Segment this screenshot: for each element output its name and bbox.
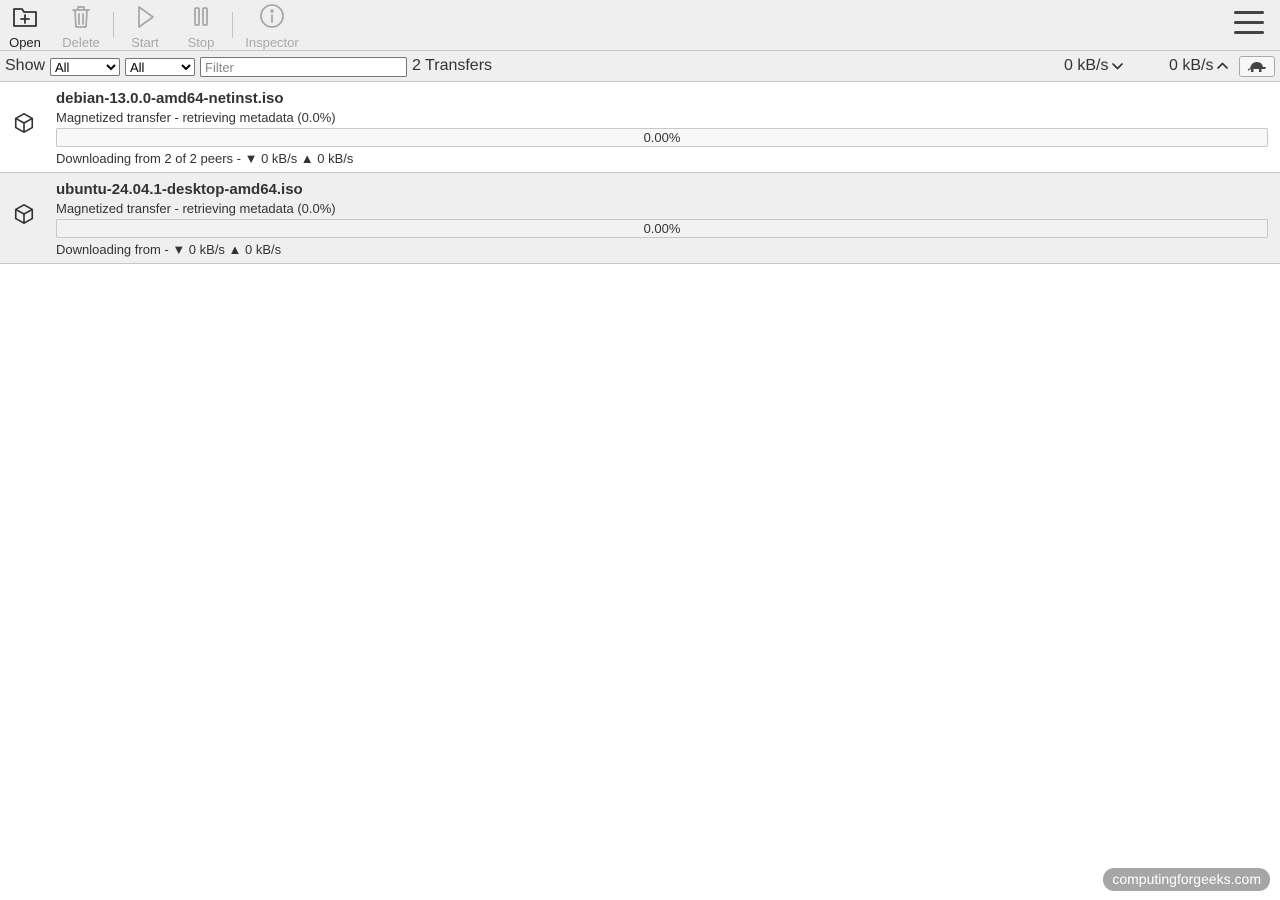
download-speed-value: 0 kB/s — [1064, 57, 1109, 74]
chevron-up-icon — [1217, 62, 1229, 69]
pause-icon — [194, 7, 208, 26]
toolbar-separator — [113, 12, 114, 38]
tracker-filter-select[interactable]: All — [125, 58, 195, 76]
torrent-peers: Downloading from - ▼ 0 kB/s ▲ 0 kB/s — [56, 242, 282, 257]
torrent-status: Magnetized transfer - retrieving metadat… — [56, 110, 336, 125]
torrent-name: ubuntu-24.04.1-desktop-amd64.iso — [56, 181, 303, 198]
upload-speed-value: 0 kB/s — [1169, 57, 1214, 74]
folder-plus-icon — [13, 8, 37, 27]
torrent-progress-bar: 0.00% — [56, 219, 1268, 238]
play-icon — [138, 6, 154, 28]
progress-text: 0.00% — [643, 221, 681, 236]
torrent-status: Magnetized transfer - retrieving metadat… — [56, 201, 336, 216]
inspector-button[interactable]: Inspector — [243, 0, 301, 50]
transfer-count: 2 Transfers — [412, 57, 493, 74]
turtle-icon — [1247, 62, 1266, 72]
toolbar-separator — [232, 12, 233, 38]
stop-label: Stop — [187, 35, 215, 50]
chevron-down-icon — [1112, 63, 1124, 70]
show-label: Show — [5, 57, 46, 74]
toolbar: Open Delete Start Stop Inspector — [0, 0, 1280, 51]
torrent-name: debian-13.0.0-amd64-netinst.iso — [56, 90, 284, 107]
turtle-mode-button[interactable] — [1239, 56, 1275, 77]
info-icon — [260, 4, 284, 28]
package-icon — [14, 113, 34, 133]
activity-filter-select[interactable]: All — [50, 58, 120, 76]
torrent-row[interactable]: ubuntu-24.04.1-desktop-amd64.iso Magneti… — [0, 173, 1280, 264]
download-speed: 0 kB/s — [1064, 57, 1124, 75]
delete-label: Delete — [62, 35, 100, 50]
inspector-label: Inspector — [245, 35, 299, 50]
torrent-row[interactable]: debian-13.0.0-amd64-netinst.iso Magnetiz… — [0, 82, 1280, 173]
open-label: Open — [9, 35, 41, 50]
delete-button[interactable]: Delete — [58, 0, 104, 50]
stop-button[interactable]: Stop — [184, 0, 218, 50]
upload-speed: 0 kB/s — [1169, 57, 1229, 75]
torrent-peers: Downloading from 2 of 2 peers - ▼ 0 kB/s… — [56, 151, 354, 166]
filter-input[interactable] — [200, 57, 407, 77]
hamburger-icon[interactable] — [1234, 11, 1264, 35]
start-button[interactable]: Start — [127, 0, 163, 50]
watermark: computingforgeeks.com — [1103, 868, 1270, 891]
trash-icon — [72, 6, 90, 28]
open-button[interactable]: Open — [5, 0, 45, 50]
filter-bar: Show All All 2 Transfers 0 kB/s 0 kB/s — [0, 51, 1280, 82]
start-label: Start — [131, 35, 159, 50]
package-icon — [14, 204, 34, 224]
torrent-progress-bar: 0.00% — [56, 128, 1268, 147]
progress-text: 0.00% — [643, 130, 681, 145]
